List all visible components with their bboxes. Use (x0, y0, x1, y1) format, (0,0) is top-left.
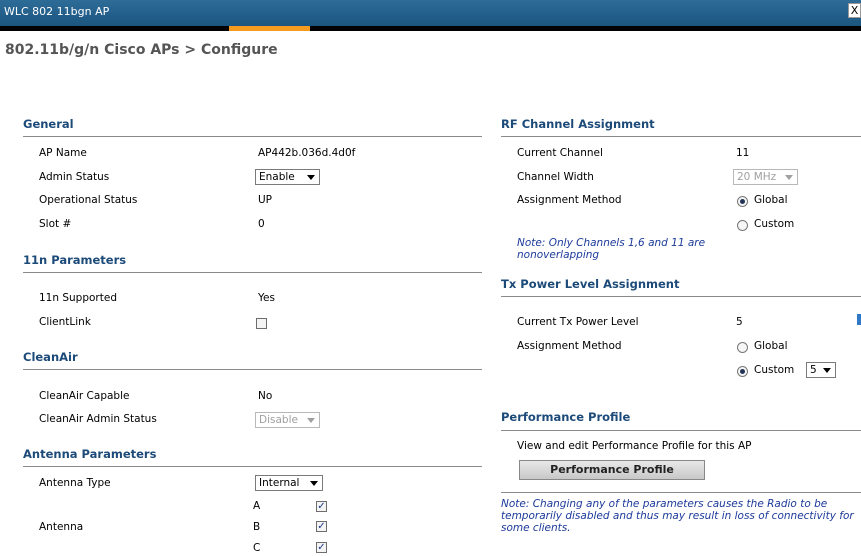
divider (23, 466, 482, 467)
divider (501, 296, 861, 297)
antenna-a-label: A (253, 500, 261, 512)
slot-label: Slot # (39, 218, 72, 230)
antenna-a-checkbox[interactable]: ✓ (316, 501, 327, 512)
cleanair-capable-label: CleanAir Capable (39, 390, 130, 402)
ap-name-label: AP Name (39, 147, 87, 159)
section-general-heading: General (23, 117, 74, 131)
oper-status-label: Operational Status (39, 194, 138, 206)
tx-custom-radio[interactable] (737, 366, 748, 377)
antenna-label: Antenna (39, 521, 84, 533)
11n-supported-label: 11n Supported (39, 292, 117, 304)
cleanair-admin-label: CleanAir Admin Status (39, 413, 157, 425)
divider (23, 369, 482, 370)
11n-supported-value: Yes (258, 292, 275, 304)
admin-status-selected: Enable (259, 171, 295, 183)
oper-status-value: UP (258, 194, 273, 206)
window-titlebar: WLC 802 11bgn AP X (0, 0, 861, 26)
rf-note: Note: Only Channels 1,6 and 11 are nonov… (517, 237, 706, 261)
tx-custom-level-selected: 5 (810, 364, 817, 376)
antenna-b-checkbox[interactable]: ✓ (316, 521, 327, 532)
chevron-down-icon (310, 481, 318, 486)
antenna-type-label: Antenna Type (39, 477, 111, 489)
divider (23, 272, 482, 273)
section-rf-heading: RF Channel Assignment (501, 117, 655, 131)
antenna-type-selected: Internal (259, 477, 300, 489)
channel-width-selected: 20 MHz (737, 171, 777, 183)
clientlink-label: ClientLink (39, 316, 91, 328)
channel-width-select[interactable]: 20 MHz (733, 169, 798, 185)
chevron-down-icon (307, 175, 315, 180)
divider (23, 136, 482, 137)
ap-name-value: AP442b.036d.4d0f (258, 147, 356, 159)
rf-custom-radio[interactable] (737, 220, 748, 231)
section-11n-heading: 11n Parameters (23, 253, 127, 267)
footer-note: Note: Changing any of the parameters cau… (501, 498, 854, 534)
cleanair-admin-selected: Disable (259, 414, 298, 426)
rf-custom-label: Custom (754, 218, 795, 230)
performance-profile-button[interactable]: Performance Profile (519, 460, 705, 480)
antenna-c-label: C (253, 542, 261, 554)
divider (501, 492, 861, 493)
tx-global-label: Global (754, 340, 788, 352)
tx-custom-label: Custom (754, 364, 795, 376)
active-tab-indicator (229, 26, 310, 31)
chevron-down-icon (307, 418, 315, 423)
scrollbar-marker (857, 314, 861, 325)
slot-value: 0 (258, 218, 265, 230)
perf-desc: View and edit Performance Profile for th… (517, 440, 752, 452)
divider (501, 136, 861, 137)
current-channel-value: 11 (736, 147, 750, 159)
cleanair-capable-value: No (258, 390, 273, 402)
rf-method-label: Assignment Method (517, 194, 622, 206)
header-bar (0, 26, 861, 31)
chevron-down-icon (823, 368, 831, 373)
antenna-c-checkbox[interactable]: ✓ (316, 542, 327, 553)
section-cleanair-heading: CleanAir (23, 350, 78, 364)
tx-custom-level-select[interactable]: 5 (806, 362, 836, 378)
clientlink-checkbox[interactable] (256, 318, 267, 329)
rf-global-radio[interactable] (737, 196, 748, 207)
admin-status-label: Admin Status (39, 171, 110, 183)
cleanair-admin-select[interactable]: Disable (255, 412, 320, 428)
tx-current-label: Current Tx Power Level (517, 316, 639, 328)
divider (501, 430, 861, 431)
antenna-b-label: B (253, 521, 261, 533)
section-perf-heading: Performance Profile (501, 410, 631, 424)
section-antenna-heading: Antenna Parameters (23, 447, 157, 461)
channel-width-label: Channel Width (517, 171, 594, 183)
window-title: WLC 802 11bgn AP (4, 5, 110, 18)
antenna-type-select[interactable]: Internal (255, 475, 323, 491)
section-tx-heading: Tx Power Level Assignment (501, 277, 680, 291)
close-icon[interactable]: X (848, 3, 861, 18)
page-title: 802.11b/g/n Cisco APs > Configure (5, 42, 278, 58)
tx-current-value: 5 (736, 316, 743, 328)
rf-global-label: Global (754, 194, 788, 206)
current-channel-label: Current Channel (517, 147, 603, 159)
chevron-down-icon (785, 175, 793, 180)
admin-status-select[interactable]: Enable (255, 169, 320, 185)
tx-global-radio[interactable] (737, 342, 748, 353)
tx-method-label: Assignment Method (517, 340, 622, 352)
